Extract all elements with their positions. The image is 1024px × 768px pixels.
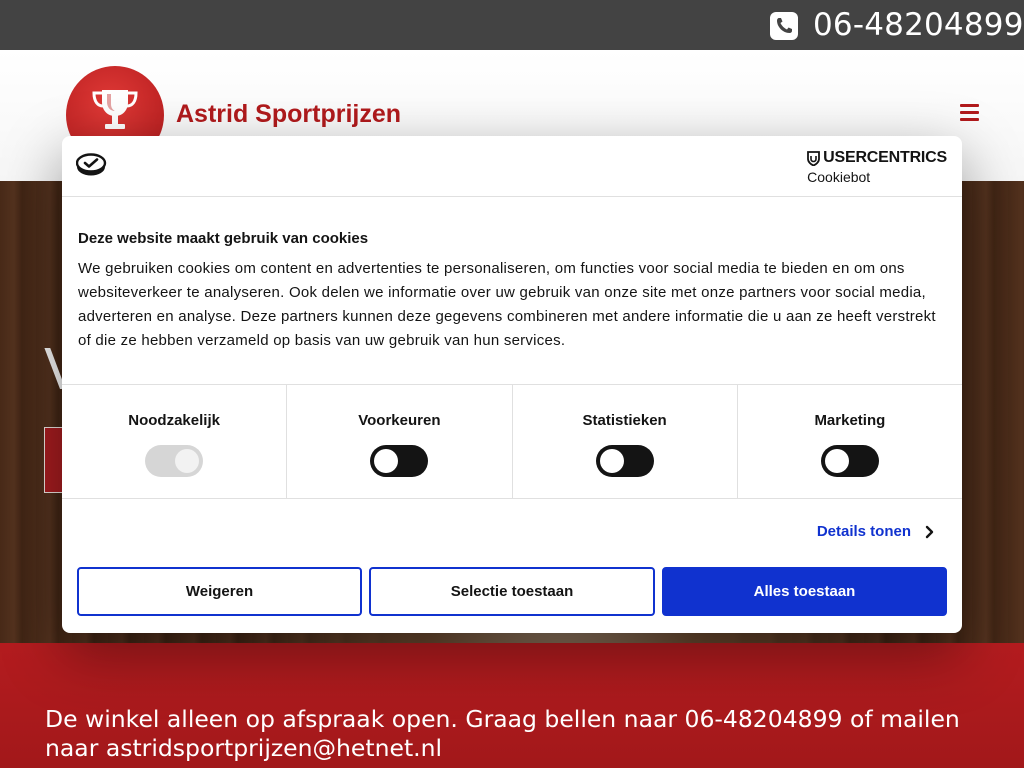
allow-all-button[interactable]: Alles toestaan — [662, 567, 947, 616]
cookie-consent-dialog: USERCENTRICS Cookiebot Deze website maak… — [62, 136, 962, 633]
decline-button[interactable]: Weigeren — [77, 567, 362, 616]
notice-text: De winkel alleen op afspraak open. Graag… — [45, 705, 960, 762]
cookiebot-logo-icon — [75, 152, 108, 183]
category-statistics: Statistieken — [513, 385, 738, 498]
details-label: Details tonen — [816, 523, 911, 540]
category-preferences: Voorkeuren — [287, 385, 513, 498]
brand-name[interactable]: Astrid Sportprijzen — [176, 99, 401, 129]
top-bar: 06-48204899 — [0, 0, 1024, 50]
details-link[interactable]: Details tonen — [817, 523, 934, 540]
provider-name: USERCENTRICS — [823, 149, 947, 166]
shield-icon — [807, 150, 821, 166]
toggle-necessary — [145, 445, 204, 477]
toggle-marketing[interactable] — [820, 445, 879, 477]
chevron-right-icon — [925, 525, 934, 538]
category-label: Noodzakelijk — [128, 412, 220, 429]
category-label: Voorkeuren — [358, 412, 441, 429]
toggle-statistics[interactable] — [595, 445, 654, 477]
cookie-body-text: We gebruiken cookies om content en adver… — [78, 260, 936, 349]
phone-icon[interactable] — [770, 12, 798, 40]
category-marketing: Marketing — [738, 385, 962, 498]
provider-sub: Cookiebot — [807, 169, 871, 185]
category-necessary: Noodzakelijk — [62, 385, 288, 498]
phone-number-link[interactable]: 06-48204899 — [813, 6, 1024, 44]
cookie-title: Deze website maakt gebruik van cookies — [78, 230, 369, 247]
cookie-categories: Noodzakelijk Voorkeuren Statistieken Mar… — [62, 384, 962, 499]
usercentrics-logo[interactable]: USERCENTRICS Cookiebot — [807, 149, 947, 185]
category-label: Statistieken — [582, 412, 667, 429]
cookie-dialog-header: USERCENTRICS Cookiebot — [62, 136, 962, 197]
toggle-preferences[interactable] — [370, 445, 429, 477]
notice-band: De winkel alleen op afspraak open. Graag… — [0, 643, 1024, 768]
allow-selection-button[interactable]: Selectie toestaan — [369, 567, 655, 616]
hamburger-icon[interactable] — [960, 104, 979, 121]
category-label: Marketing — [814, 412, 886, 429]
trophy-icon — [92, 90, 138, 129]
